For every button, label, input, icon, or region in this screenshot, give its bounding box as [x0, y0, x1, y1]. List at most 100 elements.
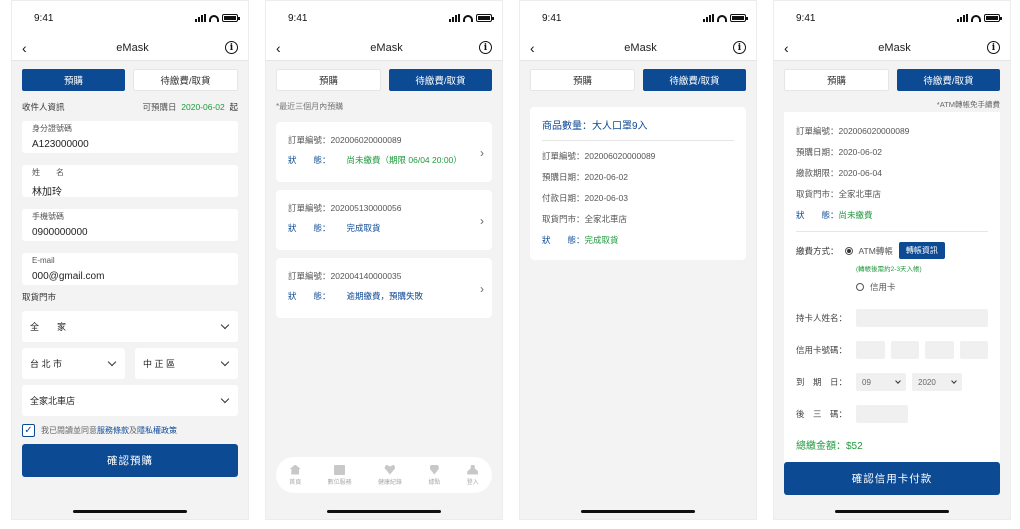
signal-icon: [195, 14, 206, 22]
payment-card: 訂單編號：202006020000089 預購日期：2020-06-02 繳款期…: [784, 112, 1000, 467]
id-value: A123000000: [32, 139, 89, 150]
info-icon[interactable]: i: [987, 41, 1000, 54]
pickup-store: 取貨門市：全家北車店: [542, 214, 628, 224]
credit-radio[interactable]: [856, 283, 864, 291]
expiry-month-select[interactable]: 09: [856, 373, 906, 391]
home-icon: [289, 464, 301, 475]
recipient-header: 收件人資訊 可預購日 2020-06-02 起: [12, 99, 248, 117]
info-icon[interactable]: i: [479, 41, 492, 54]
order-no: 訂單編號：202006020000089: [796, 126, 910, 136]
due-date: 繳款期限：2020-06-04: [796, 168, 882, 178]
tab-pending[interactable]: 待繳費/取貨: [389, 69, 492, 91]
phone-screen-payment: 9:41 ‹ eMask i 預購 待繳費/取貨 *ATM轉帳免手續費 訂單編號…: [773, 0, 1011, 520]
back-icon[interactable]: ‹: [530, 40, 548, 56]
pay-date: 付款日期：2020-06-03: [542, 193, 628, 203]
battery-icon: [730, 14, 748, 22]
battery-icon: [222, 14, 240, 22]
card-number-input-2[interactable]: [890, 341, 919, 359]
pickup-store: 取貨門市：全家北車店: [796, 189, 882, 199]
home-indicator: [327, 510, 441, 513]
id-label: 身分證號碼: [32, 124, 72, 133]
chevron-down-icon: [220, 320, 230, 330]
app-title: eMask: [624, 41, 657, 54]
holder-input[interactable]: [856, 309, 988, 327]
tab-pending[interactable]: 待繳費/取貨: [133, 69, 238, 91]
divider: [796, 231, 988, 232]
atm-radio[interactable]: [844, 246, 853, 255]
nav-bar: ‹ eMask i: [12, 35, 248, 61]
order-card[interactable]: 訂單編號：202006020000089 狀 態： 尚未繳費（期限 06/04 2…: [276, 122, 492, 182]
name-field[interactable]: 姓 名 林加玲: [22, 165, 238, 198]
app-title: eMask: [116, 41, 149, 54]
confirm-reserve-button[interactable]: 確認預購: [22, 444, 238, 477]
home-indicator: [73, 510, 187, 513]
order-card[interactable]: 訂單編號：202005130000056 狀 態： 完成取貨 ›: [276, 190, 492, 250]
tab-pending[interactable]: 待繳費/取貨: [643, 69, 746, 91]
holder-label: 持卡人姓名：: [796, 313, 848, 323]
status-time: 9:41: [288, 12, 308, 24]
nav-login[interactable]: 登入: [467, 464, 479, 486]
tab-bar: 預購 待繳費/取貨: [12, 61, 248, 99]
order-no: 202005130000056: [330, 203, 402, 213]
nav-location[interactable]: 據點: [428, 464, 440, 486]
product-quantity: 商品數量：大人口罩9入: [542, 117, 734, 141]
reserve-date: 預購日期：2020-06-02: [796, 147, 882, 157]
agree-prefix: 我已閱讀並同意: [41, 426, 97, 435]
phone-value: 0900000000: [32, 227, 88, 238]
expiry-year-select[interactable]: 2020: [912, 373, 962, 391]
city-select[interactable]: 台 北 市: [22, 348, 125, 379]
tab-reserve[interactable]: 預購: [784, 69, 889, 91]
credit-option-label: 信用卡: [870, 282, 896, 292]
info-icon[interactable]: i: [225, 41, 238, 54]
email-field[interactable]: E-mail 000@gmail.com: [22, 253, 238, 285]
tab-pending[interactable]: 待繳費/取貨: [897, 69, 1000, 91]
nav-bar: ‹ eMask i: [520, 35, 756, 61]
nav-home[interactable]: 首頁: [289, 464, 301, 486]
phone-field[interactable]: 手機號碼 0900000000: [22, 209, 238, 241]
email-value: 000@gmail.com: [32, 271, 105, 282]
available-date: 2020-06-02: [181, 102, 225, 112]
privacy-link[interactable]: 隱私權政策: [137, 426, 177, 435]
recent-hint: *最近三個月內預購: [276, 102, 344, 111]
phone-screen-orders: 9:41 ‹ eMask i 預購 待繳費/取貨 *最近三個月內預購 訂單編號：…: [265, 0, 503, 520]
app-title: eMask: [370, 41, 403, 54]
cvv-input[interactable]: [856, 405, 908, 423]
order-status: 完成取貨: [346, 223, 381, 233]
chain-select[interactable]: 全 家: [22, 311, 238, 342]
back-icon[interactable]: ‹: [276, 40, 294, 56]
back-icon[interactable]: ‹: [784, 40, 802, 56]
card-number-input-3[interactable]: [925, 341, 954, 359]
wifi-icon: [717, 14, 727, 22]
reserve-date: 預購日期：2020-06-02: [542, 172, 628, 182]
confirm-credit-payment-button[interactable]: 確認信用卡付款: [784, 462, 1000, 495]
available-suffix: 起: [229, 102, 238, 112]
agree-checkbox[interactable]: ✓: [22, 424, 35, 437]
bottom-nav: 首頁 數位服務 健康紀錄 據點 登入: [276, 457, 492, 493]
store-select[interactable]: 全家北車店: [22, 385, 238, 416]
chevron-right-icon: ›: [480, 282, 484, 296]
district-select[interactable]: 中 正 區: [135, 348, 238, 379]
nav-digital[interactable]: 數位服務: [328, 464, 352, 486]
nav-health[interactable]: 健康紀錄: [378, 464, 402, 486]
district-value: 中 正 區: [143, 359, 176, 369]
phone-screen-reserve: 9:41 ‹ eMask i 預購 待繳費/取貨 收件人資訊 可預購日 2020…: [11, 0, 249, 520]
transfer-info-button[interactable]: 轉帳資訊: [898, 242, 945, 259]
name-value: 林加玲: [32, 187, 62, 198]
info-icon[interactable]: i: [733, 41, 746, 54]
card-number-input-4[interactable]: [959, 341, 988, 359]
card-number-input-1[interactable]: [856, 341, 885, 359]
back-icon[interactable]: ‹: [22, 40, 40, 56]
signal-icon: [703, 14, 714, 22]
id-field[interactable]: 身分證號碼 A123000000: [22, 121, 238, 153]
recipient-heading: 收件人資訊: [22, 102, 65, 112]
store-value: 全家北車店: [30, 396, 76, 406]
app-title: eMask: [878, 41, 911, 54]
id-card-icon: [334, 464, 346, 475]
tab-reserve[interactable]: 預購: [22, 69, 125, 91]
terms-link[interactable]: 服務條款: [97, 426, 129, 435]
tab-reserve[interactable]: 預購: [276, 69, 381, 91]
chevron-down-icon: [220, 357, 230, 367]
order-card[interactable]: 訂單編號：202004140000035 狀 態： 逾期繳費，預購失敗 ›: [276, 258, 492, 318]
tab-reserve[interactable]: 預購: [530, 69, 635, 91]
chevron-down-icon: [895, 377, 901, 384]
